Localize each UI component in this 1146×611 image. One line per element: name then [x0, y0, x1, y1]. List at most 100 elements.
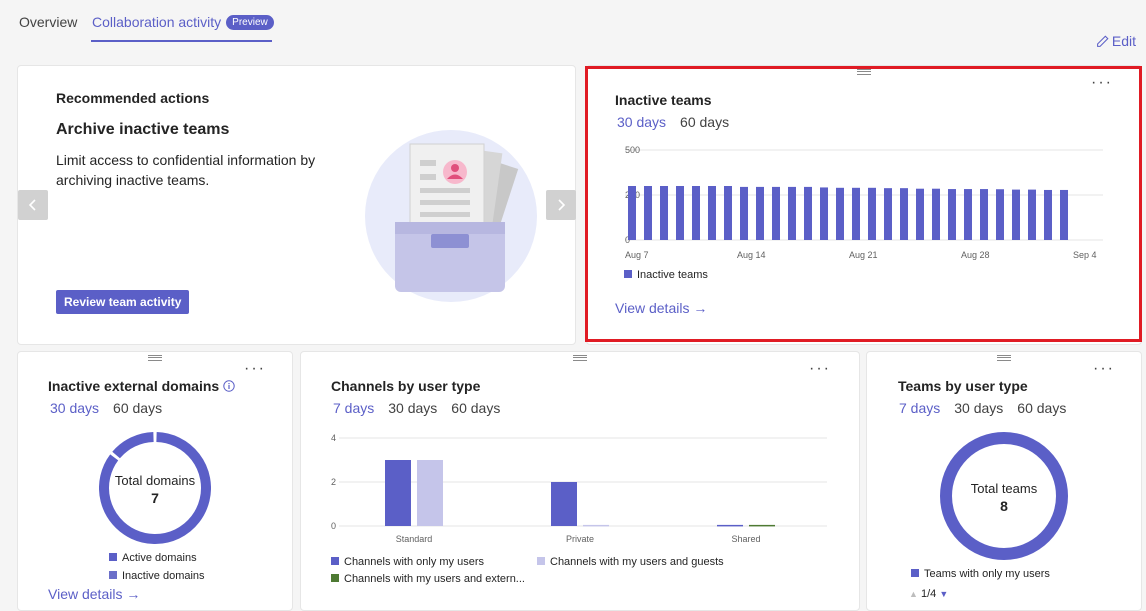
info-icon[interactable] — [223, 380, 235, 392]
more-options-icon[interactable]: ··· — [244, 360, 266, 378]
teams-by-user-type-card: ··· Teams by user type 7 days 30 days 60 d… — [866, 351, 1142, 611]
inactive-external-domains-card: ··· Inactive external domains 30 days 60 … — [17, 351, 293, 611]
inactive-teams-chart: 5002500Aug 7Aug 14Aug 21Aug 28Sep 4 — [625, 145, 1103, 260]
range-30-days[interactable]: 30 days — [954, 400, 1003, 416]
bar — [820, 187, 828, 240]
recommended-actions-card: Recommended actions Archive inactive tea… — [17, 65, 576, 345]
next-button[interactable] — [546, 190, 576, 220]
bar — [708, 186, 716, 240]
bar — [948, 189, 956, 240]
bar — [1044, 189, 1052, 240]
legend-swatch — [911, 569, 919, 577]
inactive-teams-range-tabs: 30 days 60 days — [617, 114, 743, 130]
legend-swatch — [537, 557, 545, 565]
bar — [660, 186, 668, 240]
inactive-teams-card: ··· Inactive teams 30 days60 days 500250… — [586, 65, 1142, 345]
range-30-days[interactable]: 30 days — [617, 114, 666, 130]
more-options-icon[interactable]: ··· — [1091, 74, 1113, 92]
bar — [749, 524, 775, 527]
pencil-icon — [1096, 35, 1109, 47]
x-tick-label: Aug 28 — [961, 250, 990, 260]
x-tick-label: Sep 4 — [1073, 250, 1097, 260]
bar — [1060, 189, 1068, 240]
legend-pager: ▲ 1/4 ▼ — [909, 588, 948, 600]
range-60-days[interactable]: 60 days — [680, 114, 729, 130]
bar — [417, 460, 443, 526]
bar — [724, 186, 732, 240]
center-label-value: 7 — [151, 490, 159, 506]
y-tick-label: 0 — [331, 521, 336, 531]
recommended-description: Limit access to confidential information… — [56, 152, 316, 188]
legend-active-domains: Active domains — [109, 552, 197, 564]
x-tick-label: Standard — [396, 534, 433, 544]
drag-handle[interactable] — [148, 355, 162, 361]
teams-user-type-center-label: Total teams 8 — [940, 481, 1068, 514]
tab-collaboration-activity[interactable]: Collaboration activity Preview — [92, 14, 274, 30]
range-30-days[interactable]: 30 days — [50, 400, 99, 416]
x-tick-label: Aug 14 — [737, 250, 766, 260]
bar — [772, 186, 780, 240]
teams-user-type-range-tabs: 7 days 30 days 60 days — [899, 400, 1080, 416]
bar — [980, 189, 988, 240]
channels-range-tabs: 7 days 30 days 60 days — [333, 400, 514, 416]
center-label-value: 8 — [1000, 498, 1008, 514]
pager-next-icon[interactable]: ▼ — [939, 589, 948, 599]
range-30-days[interactable]: 30 days — [388, 400, 437, 416]
drag-handle[interactable] — [573, 355, 587, 361]
bar — [1012, 189, 1020, 240]
legend-label: Channels with my users and extern... — [344, 573, 525, 585]
y-tick-label: 4 — [331, 433, 336, 443]
more-options-icon[interactable]: ··· — [809, 360, 831, 378]
bar — [868, 187, 876, 240]
bar — [916, 188, 924, 240]
x-tick-label: Private — [566, 534, 594, 544]
bar — [717, 524, 743, 527]
channels-by-user-type-card: ··· Channels by user type 7 days 30 days 6… — [300, 351, 860, 611]
bar — [583, 524, 609, 527]
inactive-teams-legend: Inactive teams — [624, 269, 708, 281]
pager-prev-icon[interactable]: ▲ — [909, 589, 918, 599]
bar — [740, 186, 748, 240]
legend-label: Active domains — [122, 552, 197, 564]
review-team-activity-button[interactable]: Review team activity — [56, 290, 190, 314]
legend-label: Channels with my users and guests — [550, 556, 724, 568]
y-tick-label: 2 — [331, 477, 336, 487]
inactive-teams-title: Inactive teams — [615, 92, 712, 108]
bar — [692, 186, 700, 240]
bar — [628, 186, 636, 240]
preview-badge: Preview — [226, 15, 274, 30]
chevron-right-icon — [558, 199, 566, 211]
channels-chart: 4 2 0 Standard Private Shared — [331, 433, 827, 544]
bar — [804, 186, 812, 240]
drag-handle[interactable] — [857, 69, 871, 75]
inactive-teams-view-details-link[interactable]: View details → — [615, 300, 707, 316]
external-domains-range-tabs: 30 days 60 days — [50, 400, 176, 416]
drag-handle[interactable] — [997, 355, 1011, 361]
range-7-days[interactable]: 7 days — [333, 400, 374, 416]
legend-swatch — [109, 553, 117, 561]
channels-title: Channels by user type — [331, 378, 481, 394]
tab-overview[interactable]: Overview — [19, 14, 77, 30]
previous-button[interactable] — [18, 190, 48, 220]
edit-button[interactable]: Edit — [1096, 33, 1136, 49]
bar — [836, 187, 844, 240]
range-60-days[interactable]: 60 days — [113, 400, 162, 416]
x-tick-label: Shared — [731, 534, 760, 544]
range-60-days[interactable]: 60 days — [451, 400, 500, 416]
range-7-days[interactable]: 7 days — [899, 400, 940, 416]
bar — [996, 189, 1004, 240]
recommended-title: Archive inactive teams — [56, 121, 230, 138]
edit-label: Edit — [1111, 33, 1136, 49]
range-60-days[interactable]: 60 days — [1017, 400, 1066, 416]
more-options-icon[interactable]: ··· — [1093, 360, 1115, 378]
bar — [644, 186, 652, 240]
legend-label: Inactive domains — [122, 570, 205, 582]
legend-swatch — [109, 571, 117, 579]
center-label-text: Total domains — [114, 473, 196, 488]
x-tick-label: Aug 21 — [849, 250, 878, 260]
legend-only-my-users: Channels with only my users — [331, 556, 484, 568]
bar — [884, 188, 892, 240]
legend-swatch — [331, 574, 339, 582]
bar — [852, 187, 860, 240]
external-domains-center-label: Total domains 7 — [99, 473, 211, 506]
